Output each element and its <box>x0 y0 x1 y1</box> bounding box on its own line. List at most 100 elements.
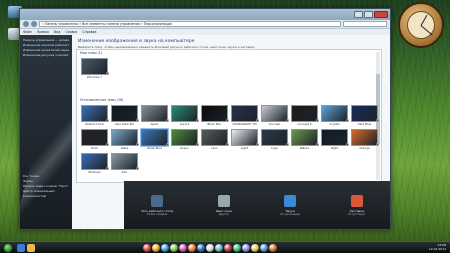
dock-app-icon[interactable] <box>215 244 223 252</box>
theme-name: Orange <box>359 146 370 150</box>
dock-app-icon[interactable] <box>206 244 214 252</box>
theme-thumbnail <box>81 105 108 122</box>
dock-app-icon[interactable] <box>260 244 268 252</box>
breadcrumb[interactable]: « Панель управления » Все элементы панел… <box>39 21 341 27</box>
theme-item[interactable]: Zen <box>111 153 139 174</box>
dock-app-icon[interactable] <box>152 244 160 252</box>
theme-name: Concept 2 <box>297 122 312 126</box>
sounds-link[interactable]: Звуки По умолчанию <box>270 194 310 216</box>
theme-item[interactable]: Aero Dark Blu <box>111 105 139 126</box>
window-color-icon <box>217 194 230 207</box>
menu-tools[interactable]: Сервис <box>65 30 77 34</box>
theme-item[interactable]: Nature <box>291 129 319 150</box>
sounds-icon <box>284 194 297 207</box>
window-color-link[interactable]: Цвет окна Другой <box>204 194 244 216</box>
theme-item[interactable]: Aurora <box>171 105 199 126</box>
theme-thumbnail <box>351 105 378 122</box>
dock-app-icon[interactable] <box>143 244 151 252</box>
theme-item[interactable]: Concept <box>261 105 289 126</box>
dock-app-icon[interactable] <box>269 244 277 252</box>
theme-item[interactable]: Dark <box>81 129 109 150</box>
theme-name: Abstract Cool <box>85 122 104 126</box>
theme-item[interactable]: Night <box>321 129 349 150</box>
theme-item[interactable]: Glass Blue <box>141 129 169 150</box>
theme-item[interactable]: Light <box>231 129 259 150</box>
theme-name: Light <box>241 146 248 150</box>
dock-app-icon[interactable] <box>179 244 187 252</box>
theme-color-dot-icon <box>166 143 169 146</box>
minimize-button[interactable] <box>354 11 363 18</box>
theme-item[interactable]: Windows 7 <box>81 58 109 79</box>
main-content: Изменение изображения и звука на компьют… <box>72 35 390 229</box>
see-also-ease-of-access[interactable]: Центр специальных возможностей <box>23 189 72 199</box>
theme-name: Green <box>180 146 189 150</box>
title-bar <box>20 9 390 20</box>
theme-thumbnail <box>81 58 108 75</box>
system-tray: 13:08 12.01.2012 <box>429 243 446 251</box>
theme-thumbnail <box>351 129 378 146</box>
dock-app-icon[interactable] <box>161 244 169 252</box>
bottom-item-subtitle: Другой <box>218 212 229 216</box>
clock-face-icon <box>407 11 435 39</box>
theme-color-dot-icon <box>376 143 379 146</box>
theme-item[interactable]: Abstract Cool <box>81 105 109 126</box>
theme-item[interactable]: CODEGRAPHY 3D <box>231 105 259 126</box>
dock-app-icon[interactable] <box>197 244 205 252</box>
clock-date[interactable]: 12.01.2012 <box>429 247 446 251</box>
bottom-item-title: Фон рабочего стола <box>141 208 174 213</box>
clock-hour-hand <box>420 14 428 26</box>
taskbar-pin-explorer-icon[interactable] <box>27 244 35 252</box>
theme-name: Lens <box>211 146 218 150</box>
dock-app-icon[interactable] <box>242 244 250 252</box>
close-button[interactable] <box>374 11 388 18</box>
dock-app-icon[interactable] <box>233 244 241 252</box>
search-input[interactable] <box>343 21 387 27</box>
theme-item[interactable]: Green <box>171 129 199 150</box>
dock-app-icon[interactable] <box>251 244 259 252</box>
menu-file[interactable]: Файл <box>23 30 32 34</box>
theme-list[interactable]: Мои темы (1) Установленные темы (28) Win… <box>76 49 382 183</box>
theme-thumbnail <box>201 105 228 122</box>
screen-saver-link[interactable]: Заставка Отсутствует <box>337 194 377 216</box>
maximize-button[interactable] <box>364 11 373 18</box>
theme-color-dot-icon <box>226 119 229 122</box>
dock-app-icon[interactable] <box>224 244 232 252</box>
menu-help[interactable]: Справка <box>82 30 96 34</box>
page-title: Изменение изображения и звука на компьют… <box>78 39 195 44</box>
theme-name: Dark Blue <box>357 122 372 126</box>
theme-item[interactable]: Logo <box>261 129 289 150</box>
theme-name: Aero Dark Blu <box>114 122 135 126</box>
theme-name: Black Mac <box>207 122 222 126</box>
theme-color-dot-icon <box>346 143 349 146</box>
menu-edit[interactable]: Правка <box>37 30 49 34</box>
menu-view[interactable]: Вид <box>54 30 60 34</box>
theme-thumbnail <box>291 129 318 146</box>
theme-item[interactable]: Black Mac <box>201 105 229 126</box>
theme-name: Apple <box>150 122 159 126</box>
clock-gadget[interactable] <box>398 2 444 48</box>
dock-app-icon[interactable] <box>170 244 178 252</box>
desktop-background-link[interactable]: Фон рабочего стола Показ слайдов <box>137 194 177 216</box>
forward-arrow-icon[interactable] <box>31 21 37 27</box>
back-arrow-icon[interactable] <box>23 21 29 27</box>
my-themes-label: Мои темы (1) <box>80 51 103 55</box>
theme-item[interactable]: Apple <box>141 105 169 126</box>
theme-item[interactable]: Glass <box>111 129 139 150</box>
bottom-item-subtitle: Отсутствует <box>348 212 366 216</box>
theme-item[interactable]: Lens <box>201 129 229 150</box>
bottom-bar: Фон рабочего стола Показ слайдов Цвет ок… <box>124 181 390 229</box>
theme-item[interactable]: Concept 2 <box>291 105 319 126</box>
see-also: См. также Экран Панель задач и меню "Пус… <box>23 174 72 199</box>
sidepane-link-account-picture[interactable]: Изменение рисунка учетной записи <box>23 53 69 58</box>
theme-name: Aurora <box>179 122 190 126</box>
theme-item[interactable]: Windows <box>81 153 109 174</box>
start-button[interactable] <box>3 243 13 253</box>
theme-thumbnail <box>231 129 258 146</box>
dock-app-icon[interactable] <box>188 244 196 252</box>
theme-item[interactable]: Dark Blue <box>351 105 379 126</box>
theme-item[interactable]: Orange <box>351 129 379 150</box>
theme-thumbnail <box>111 129 138 146</box>
theme-thumbnail <box>81 153 108 170</box>
taskbar-pin-ie-icon[interactable] <box>17 244 25 252</box>
theme-item[interactable]: Crystal <box>321 105 349 126</box>
